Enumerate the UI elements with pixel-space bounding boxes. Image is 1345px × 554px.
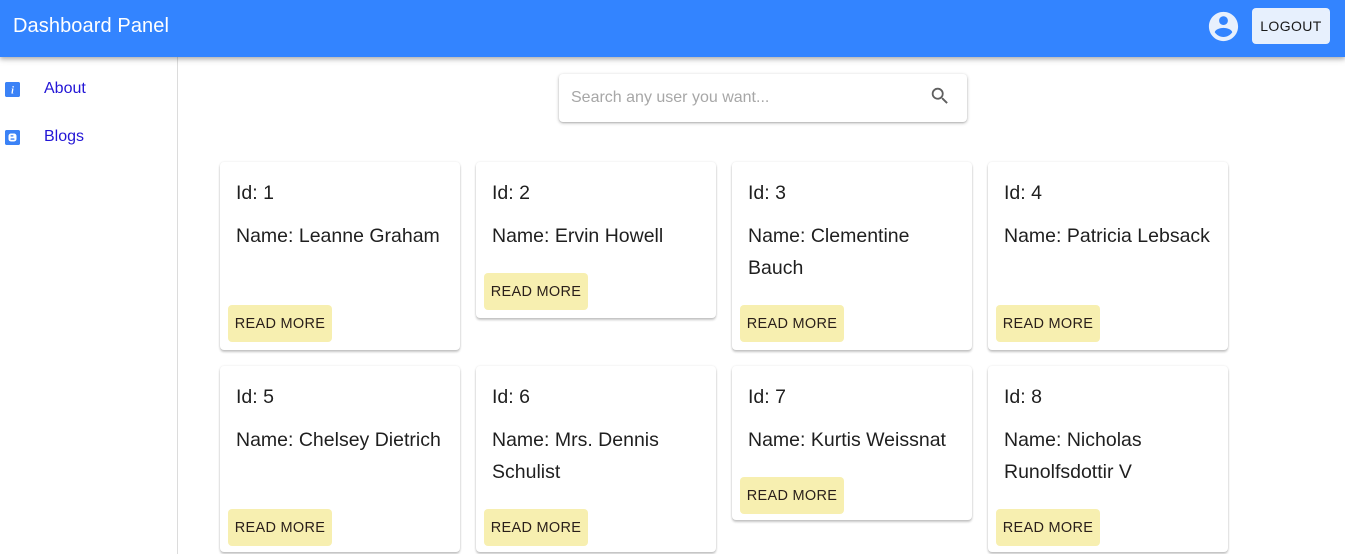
read-more-button[interactable]: READ MORE: [228, 509, 332, 546]
info-icon: i: [5, 81, 20, 97]
logout-button[interactable]: LOGOUT: [1252, 8, 1330, 44]
user-id: Id: 2: [492, 182, 530, 204]
user-id: Id: 6: [492, 386, 530, 408]
user-name: Name: Leanne Graham: [236, 225, 440, 247]
search-icon: [929, 85, 951, 112]
sidebar-item-about[interactable]: i About: [0, 74, 177, 104]
user-card: Id: 4 Name: Patricia Lebsack READ MORE: [988, 162, 1228, 350]
user-name: Name: Chelsey Dietrich: [236, 429, 441, 451]
app-title: Dashboard Panel: [13, 15, 170, 37]
sidebar-item-label: Blogs: [44, 128, 85, 145]
search-input[interactable]: [571, 74, 911, 122]
search-box: [559, 74, 967, 122]
user-card: Id: 8 Name: Nicholas Runolfsdottir V REA…: [988, 366, 1228, 552]
user-name: Name: Kurtis Weissnat: [748, 429, 946, 451]
user-card: Id: 2 Name: Ervin Howell READ MORE: [476, 162, 716, 318]
user-name: Name: Patricia Lebsack: [1004, 225, 1210, 247]
user-name: Name: Nicholas Runolfsdottir V: [1004, 429, 1142, 483]
user-id: Id: 4: [1004, 182, 1042, 204]
user-card: Id: 5 Name: Chelsey Dietrich READ MORE: [220, 366, 460, 552]
sidebar: i About Blogs: [0, 57, 178, 554]
read-more-button[interactable]: READ MORE: [996, 305, 1100, 342]
user-card: Id: 3 Name: Clementine Bauch READ MORE: [732, 162, 972, 350]
sidebar-item-blogs[interactable]: Blogs: [0, 122, 177, 152]
user-id: Id: 8: [1004, 386, 1042, 408]
read-more-button[interactable]: READ MORE: [484, 509, 588, 546]
user-id: Id: 7: [748, 386, 786, 408]
sidebar-item-label: About: [44, 80, 86, 97]
user-card: Id: 7 Name: Kurtis Weissnat READ MORE: [732, 366, 972, 520]
user-id: Id: 5: [236, 386, 274, 408]
account-circle-icon[interactable]: [1206, 9, 1241, 44]
user-card: Id: 6 Name: Mrs. Dennis Schulist READ MO…: [476, 366, 716, 552]
svg-text:i: i: [11, 85, 14, 96]
user-id: Id: 3: [748, 182, 786, 204]
user-card: Id: 1 Name: Leanne Graham READ MORE: [220, 162, 460, 350]
read-more-button[interactable]: READ MORE: [996, 509, 1100, 546]
read-more-button[interactable]: READ MORE: [228, 305, 332, 342]
read-more-button[interactable]: READ MORE: [484, 273, 588, 310]
user-id: Id: 1: [236, 182, 274, 204]
user-name: Name: Mrs. Dennis Schulist: [492, 429, 659, 483]
app-bar: Dashboard Panel LOGOUT: [0, 0, 1345, 57]
user-name: Name: Clementine Bauch: [748, 225, 910, 279]
search-button[interactable]: [918, 85, 962, 111]
read-more-button[interactable]: READ MORE: [740, 477, 844, 514]
read-more-button[interactable]: READ MORE: [740, 305, 844, 342]
user-name: Name: Ervin Howell: [492, 225, 664, 247]
blogger-icon: [5, 129, 20, 145]
